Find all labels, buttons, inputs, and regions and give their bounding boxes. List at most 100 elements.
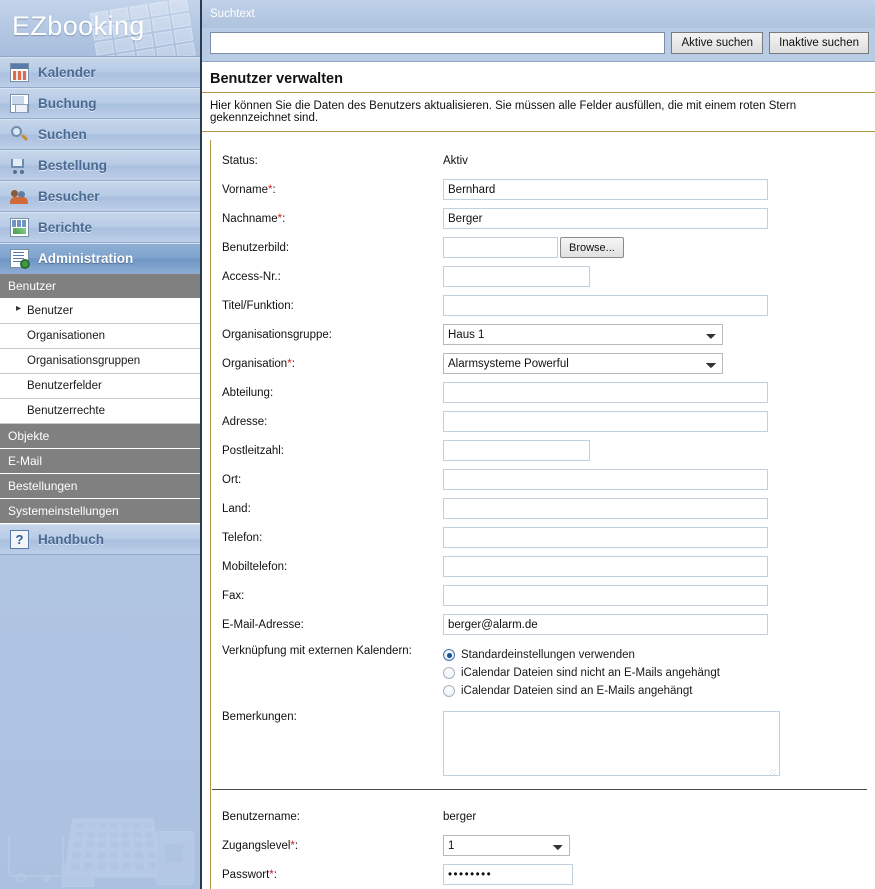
label-colon: :	[273, 868, 277, 881]
logo-band: EZbooking	[0, 0, 200, 57]
benutzerbild-file-input[interactable]	[443, 237, 558, 258]
search-active-button[interactable]: Aktive suchen	[671, 32, 764, 54]
sidebar-item-label: Suchen	[38, 127, 87, 142]
label-ort: Ort:	[222, 473, 242, 486]
access-nr-input[interactable]	[443, 266, 590, 287]
sidebar-item-buchung[interactable]: Buchung	[0, 88, 200, 119]
field-row-ort: Ort:	[211, 465, 875, 494]
sidebar-subitem-benutzerfelder[interactable]: Benutzerfelder	[0, 374, 200, 399]
sidebar-section-objekte[interactable]: Objekte	[0, 424, 200, 449]
sidebar: EZbooking Kalender Buchung Suchen Bestellun…	[0, 0, 202, 889]
sidebar-subitem-organisationen[interactable]: Organisationen	[0, 324, 200, 349]
admin-gear-icon	[10, 249, 30, 269]
titel-funktion-input[interactable]	[443, 295, 768, 316]
adresse-input[interactable]	[443, 411, 768, 432]
sidebar-item-label: Bestellung	[38, 158, 108, 173]
field-row-bemerkungen: Bemerkungen:	[211, 701, 875, 779]
field-row-postleitzahl: Postleitzahl:	[211, 436, 875, 465]
passwort-input[interactable]	[443, 864, 573, 885]
sidebar-sections: Objekte E-Mail Bestellungen Systemeinstellu…	[0, 424, 200, 524]
sidebar-section-systemeinstellungen[interactable]: Systemeinstellungen	[0, 499, 200, 524]
vorname-input[interactable]	[443, 179, 768, 200]
radio-button[interactable]	[443, 649, 455, 661]
email-input[interactable]	[443, 614, 768, 635]
fax-input[interactable]	[443, 585, 768, 606]
label-bemerkungen: Bemerkungen:	[222, 711, 297, 723]
label-kalender: Verknüpfung mit externen Kalendern:	[222, 645, 412, 657]
postleitzahl-input[interactable]	[443, 440, 590, 461]
sidebar-subitem-benutzer[interactable]: Benutzer	[0, 299, 200, 324]
abteilung-input[interactable]	[443, 382, 768, 403]
sidebar-item-administration[interactable]: Administration	[0, 243, 200, 274]
cart-icon	[10, 156, 29, 175]
kalender-radio-option[interactable]: iCalendar Dateien sind nicht an E-Mails …	[443, 667, 720, 679]
sidebar-item-handbuch[interactable]: ? Handbuch	[0, 524, 200, 555]
nachname-input[interactable]	[443, 208, 768, 229]
sidebar-section-benutzer[interactable]: Benutzer	[0, 274, 200, 299]
field-row-email: E-Mail-Adresse:	[211, 610, 875, 639]
sidebar-subitem-organisationsgruppen[interactable]: Organisationsgruppen	[0, 349, 200, 374]
label-colon: :	[291, 357, 295, 370]
field-row-adresse: Adresse:	[211, 407, 875, 436]
calendar-grid-decoration	[89, 0, 200, 56]
label-fax: Fax:	[222, 589, 245, 602]
field-row-land: Land:	[211, 494, 875, 523]
land-input[interactable]	[443, 498, 768, 519]
label-passwort-text: Passwort	[222, 868, 270, 881]
radio-label: Standardeinstellungen verwenden	[461, 649, 635, 661]
field-row-passwort: Passwort*:	[211, 860, 875, 889]
sidebar-item-berichte[interactable]: Berichte	[0, 212, 200, 243]
sidebar-section-bestellungen[interactable]: Bestellungen	[0, 474, 200, 499]
browse-button[interactable]: Browse...	[560, 237, 624, 258]
sidebar-item-besucher[interactable]: Besucher	[0, 181, 200, 212]
sidebar-item-label: Kalender	[38, 65, 96, 80]
sidebar-item-label: Buchung	[38, 96, 97, 111]
page-title: Benutzer verwalten	[210, 71, 343, 87]
field-row-telefon: Telefon:	[211, 523, 875, 552]
label-status: Status:	[222, 154, 258, 167]
sidebar-item-suchen[interactable]: Suchen	[0, 119, 200, 150]
page-description: Hier können Sie die Daten des Benutzers …	[202, 93, 875, 132]
bemerkungen-textarea[interactable]	[443, 711, 780, 776]
search-bar: Suchtext Aktive suchen Inaktive suchen	[202, 0, 875, 62]
label-benutzername: Benutzername:	[222, 810, 300, 823]
field-row-nachname: Nachname*:	[211, 204, 875, 233]
kalender-radio-option[interactable]: Standardeinstellungen verwenden	[443, 649, 720, 661]
radio-button[interactable]	[443, 685, 455, 697]
ort-input[interactable]	[443, 469, 768, 490]
organisationsgruppe-select[interactable]: Haus 1	[443, 324, 723, 345]
sidebar-item-kalender[interactable]: Kalender	[0, 57, 200, 88]
organisation-select[interactable]: Alarmsysteme Powerful	[443, 353, 723, 374]
field-row-titel-funktion: Titel/Funktion:	[211, 291, 875, 320]
search-label: Suchtext	[202, 0, 875, 28]
radio-button[interactable]	[443, 667, 455, 679]
search-input[interactable]	[210, 32, 666, 54]
search-inactive-button[interactable]: Inaktive suchen	[769, 32, 869, 54]
sidebar-item-bestellung[interactable]: Bestellung	[0, 150, 200, 181]
label-vorname-text: Vorname	[222, 183, 269, 196]
label-land: Land:	[222, 502, 251, 515]
sidebar-section-email[interactable]: E-Mail	[0, 449, 200, 474]
label-passwort: Passwort*:	[211, 869, 443, 881]
label-postleitzahl: Postleitzahl:	[222, 444, 285, 457]
sidebar-nav: Kalender Buchung Suchen Bestellung Besucher B…	[0, 57, 200, 274]
label-colon: :	[294, 839, 299, 852]
value-status: Aktiv	[443, 154, 468, 167]
main-content: Suchtext Aktive suchen Inaktive suchen B…	[202, 0, 875, 889]
zugangslevel-select[interactable]: 1	[443, 835, 570, 856]
page-title-wrap: Benutzer verwalten	[202, 62, 875, 93]
label-zugangslevel-text: Zugangslevel	[222, 839, 291, 852]
kalender-radio-option[interactable]: iCalendar Dateien sind an E-Mails angehä…	[443, 685, 720, 697]
booking-icon	[10, 94, 29, 113]
label-adresse: Adresse:	[222, 415, 268, 428]
watermark-calendar-icon	[63, 818, 163, 878]
search-row: Aktive suchen Inaktive suchen	[202, 28, 875, 61]
sidebar-item-label: Administration	[38, 251, 134, 266]
sidebar-item-label-handbuch: Handbuch	[38, 532, 104, 547]
mobiltelefon-input[interactable]	[443, 556, 768, 577]
field-row-fax: Fax:	[211, 581, 875, 610]
radio-label: iCalendar Dateien sind an E-Mails angehä…	[461, 685, 693, 697]
sidebar-subitem-benutzerrechte[interactable]: Benutzerrechte	[0, 399, 200, 424]
telefon-input[interactable]	[443, 527, 768, 548]
label-colon: :	[272, 183, 276, 196]
